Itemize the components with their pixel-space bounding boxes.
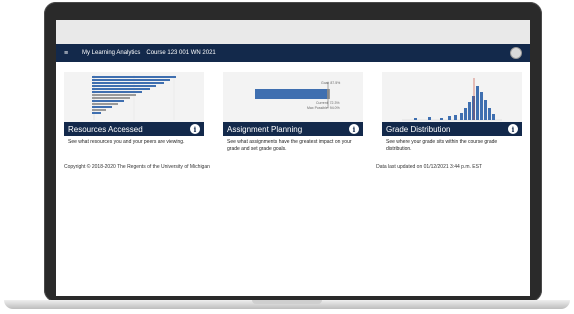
card-assignment-planning[interactable]: Goal: 87.5% Current: 72.3% Max Possible:…: [223, 72, 363, 154]
footer: Copyright © 2018-2020 The Regents of the…: [64, 164, 522, 170]
avatar[interactable]: [510, 47, 522, 59]
card-grade-distribution[interactable]: Grade Distribution i See where your grad…: [382, 72, 522, 154]
last-updated-text: Data last updated on 01/12/2021 3:44 p.m…: [376, 164, 482, 170]
screen: ≡ My Learning Analytics Course 123 001 W…: [56, 20, 530, 296]
max-label: Max Possible: 94.0%: [307, 106, 340, 110]
planning-thumbnail: Goal: 87.5% Current: 72.3% Max Possible:…: [223, 72, 363, 122]
copyright-text: Copyright © 2018-2020 The Regents of the…: [64, 164, 210, 170]
resources-bar-chart-thumbnail: [92, 75, 176, 120]
card-title: Grade Distribution: [386, 124, 451, 134]
info-icon[interactable]: i: [349, 124, 359, 134]
laptop-notch: [252, 300, 322, 304]
grade-histogram-thumbnail: [402, 78, 502, 121]
info-icon[interactable]: i: [190, 124, 200, 134]
card-title: Assignment Planning: [227, 124, 303, 134]
current-label: Current: 72.3%: [316, 101, 340, 105]
card-title-bar: Grade Distribution i: [382, 122, 522, 136]
current-grade-bar: [255, 89, 327, 99]
course-label: Course 123 001 WN 2021: [146, 50, 216, 56]
distribution-thumbnail: [382, 72, 522, 122]
card-description: See where your grade sits within the cou…: [386, 139, 498, 152]
card-description: See what resources you and your peers ar…: [68, 139, 185, 145]
card-list: Resources Accessed i See what resources …: [64, 72, 522, 154]
resources-thumbnail: [64, 72, 204, 122]
planning-progress-thumbnail: Goal: 87.5% Current: 72.3% Max Possible:…: [255, 81, 340, 110]
goal-label: Goal: 87.5%: [321, 81, 340, 85]
app-title[interactable]: My Learning Analytics: [82, 50, 140, 56]
main-content: Resources Accessed i See what resources …: [56, 62, 530, 170]
card-resources-accessed[interactable]: Resources Accessed i See what resources …: [64, 72, 204, 154]
card-title-bar: Resources Accessed i: [64, 122, 204, 136]
browser-chrome: [56, 20, 530, 44]
card-title: Resources Accessed: [68, 124, 143, 134]
card-description: See what assignments have the greatest i…: [227, 139, 352, 152]
info-icon[interactable]: i: [508, 124, 518, 134]
max-grade-bar: [327, 89, 330, 99]
card-title-bar: Assignment Planning i: [223, 122, 363, 136]
menu-icon[interactable]: ≡: [64, 50, 72, 57]
app-header: ≡ My Learning Analytics Course 123 001 W…: [56, 44, 530, 62]
